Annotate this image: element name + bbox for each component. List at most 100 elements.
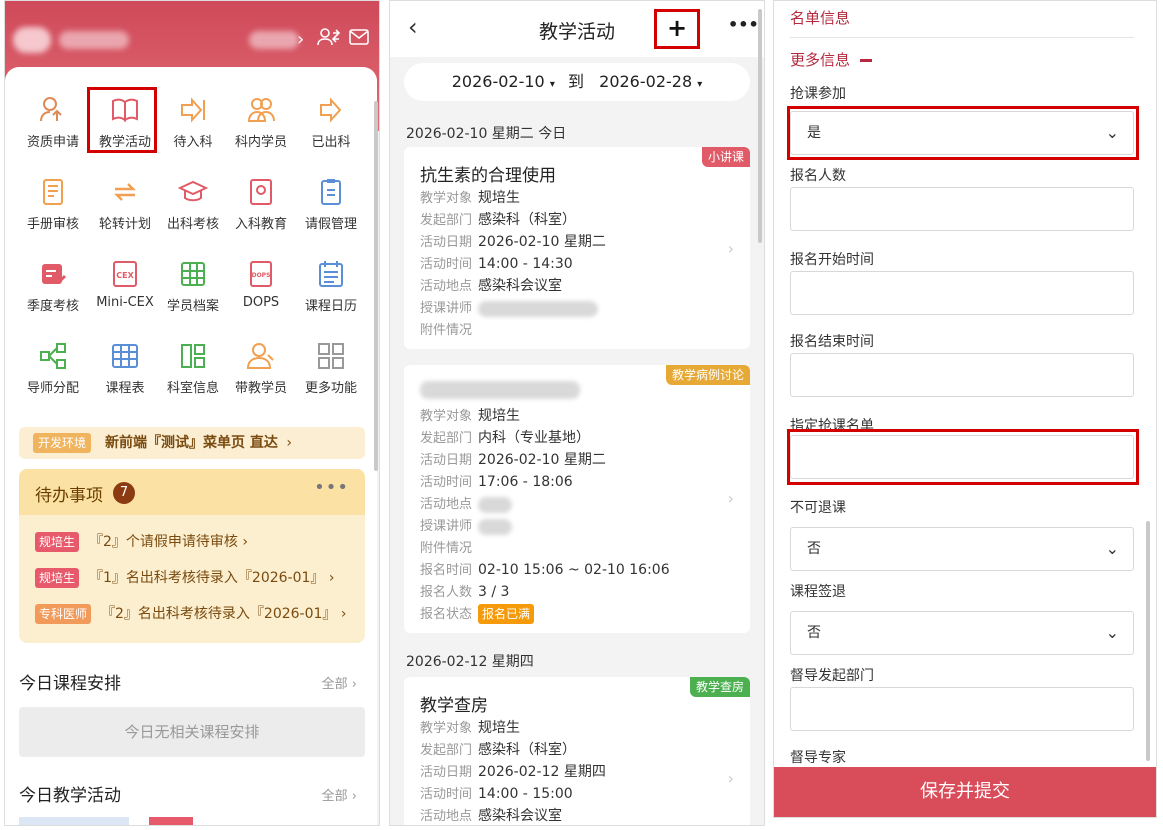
activity-type-ribbon: 教学查房	[689, 677, 750, 697]
grid-item-dept-students[interactable]: 科内学员	[225, 95, 297, 165]
grid-item-teaching-students[interactable]: 带教学员	[225, 341, 297, 411]
more-dots-icon[interactable]: •••	[728, 15, 759, 34]
add-activity-button[interactable]: +	[654, 9, 700, 49]
collapse-minus-icon[interactable]	[860, 59, 873, 62]
activity-card[interactable]: 教学病例讨论 教学对象 规培生 发起部门 内科（专业基地） 活动日期 2026-02-…	[404, 365, 750, 633]
avatar[interactable]	[13, 27, 51, 53]
date-to[interactable]: 2026-02-28	[599, 72, 692, 91]
enter-arrow-icon	[181, 97, 205, 123]
grid-item-mini-cex[interactable]: CEX Mini-CEX	[89, 259, 161, 329]
activity-preview-tag	[149, 817, 193, 825]
todo-item[interactable]: 规培生 『1』名出科考核待录入『2026-01』 ›	[35, 567, 334, 589]
grid-item-entry-education[interactable]: 入科教育	[225, 177, 297, 247]
dev-env-link[interactable]: 新前端『测试』菜单页 直达	[105, 435, 278, 451]
grid-item-more-functions[interactable]: 更多功能	[295, 341, 367, 411]
date-range-picker[interactable]: 2026-02-10 ▾ 到 2026-02-28 ▾	[404, 63, 750, 101]
dops-icon: DOPS	[250, 261, 272, 287]
grid-label: 导师分配	[26, 381, 79, 396]
section-more-info[interactable]: 更多信息	[790, 49, 873, 70]
chevron-right-icon: ›	[286, 435, 292, 451]
chevron-right-icon[interactable]: ›	[297, 27, 304, 53]
todo-text: 『2』个请假申请待审核	[89, 534, 238, 550]
todo-text: 『2』名出科考核待录入『2026-01』	[101, 606, 337, 622]
supervise-dept-input[interactable]	[790, 687, 1134, 731]
grid-item-leave-management[interactable]: 请假管理	[295, 177, 367, 247]
signup-count-input[interactable]	[790, 187, 1134, 231]
day-heading: 2026-02-10 星期二 今日	[406, 126, 567, 142]
todo-item[interactable]: 规培生 『2』个请假申请待审核 ›	[35, 531, 248, 553]
date-separator: 到	[568, 72, 585, 91]
field-place: 活动地点 感染科会议室	[420, 278, 563, 294]
today-course-all-link[interactable]: 全部 ›	[322, 673, 357, 692]
field-target: 教学对象 规培生	[420, 720, 521, 736]
grid-item-student-archive[interactable]: 学员档案	[157, 259, 229, 329]
grid-item-dept-info[interactable]: 科室信息	[157, 341, 229, 411]
activities-navbar: ‹ 教学活动 + •••	[390, 1, 764, 57]
highlight-grab-participate	[787, 106, 1139, 160]
user-dept-blurred	[249, 31, 299, 49]
grid-label: 季度考核	[26, 299, 79, 314]
todo-tag: 规培生	[35, 568, 80, 588]
exit-arrow-icon	[320, 97, 342, 123]
grid-item-rotation-plan[interactable]: 轮转计划	[89, 177, 161, 247]
field-teacher: 授课讲师	[420, 297, 599, 317]
dev-env-banner[interactable]: 开发环境 新前端『测试』菜单页 直达 ›	[19, 427, 365, 459]
activity-name-blurred	[420, 381, 580, 399]
grid-item-dops[interactable]: DOPS DOPS	[225, 259, 297, 329]
grid-label: 科内学员	[234, 135, 287, 150]
chevron-right-icon: ›	[727, 769, 734, 788]
scrollbar-thumb[interactable]	[1146, 521, 1150, 761]
activity-name: 教学查房	[420, 696, 488, 716]
field-signup-time: 报名时间 02-10 15:06 ~ 02-10 16:06	[420, 562, 670, 578]
section-list-info[interactable]: 名单信息	[790, 7, 850, 28]
grid-label: Mini-CEX	[96, 295, 154, 310]
field-dept: 发起部门 内科（专业基地）	[420, 430, 591, 446]
today-activity-all-link[interactable]: 全部 ›	[322, 785, 357, 804]
rotation-icon	[114, 183, 136, 201]
activity-preview-strip	[19, 817, 129, 825]
field-date: 活动日期 2026-02-10 星期二	[420, 452, 606, 468]
user-name-blurred	[59, 31, 129, 49]
activity-type-ribbon: 小讲课	[701, 147, 750, 167]
field-dept: 发起部门 感染科（科室）	[420, 212, 577, 228]
signup-start-input[interactable]	[790, 271, 1134, 315]
signup-end-input[interactable]	[790, 353, 1134, 397]
grid-item-timetable[interactable]: 课程表	[89, 341, 161, 411]
todo-item[interactable]: 专科医师 『2』名出科考核待录入『2026-01』 ›	[35, 603, 346, 625]
grid-item-course-calendar[interactable]: 课程日历	[295, 259, 367, 329]
save-submit-button[interactable]: 保存并提交	[774, 767, 1156, 817]
no-drop-select[interactable]: 否 ⌄	[790, 527, 1134, 571]
grid-label: 资质申请	[26, 135, 79, 150]
grid-item-exited[interactable]: 已出科	[295, 95, 367, 165]
grid-item-handbook-review[interactable]: 手册审核	[17, 177, 89, 247]
more-dots-icon[interactable]: •••	[314, 477, 349, 498]
switch-user-icon[interactable]	[317, 27, 341, 55]
scrollbar-thumb[interactable]	[758, 9, 762, 243]
grid-item-exit-exam[interactable]: 出科考核	[157, 177, 229, 247]
todo-tag: 规培生	[35, 532, 80, 552]
scrollbar-thumb[interactable]	[374, 101, 378, 471]
field-time: 活动时间 14:00 - 15:00	[420, 786, 573, 802]
todo-header: 待办事项 7 •••	[19, 469, 365, 515]
archive-icon	[181, 262, 205, 286]
activity-card[interactable]: 小讲课 抗生素的合理使用 教学对象 规培生 发起部门 感染科（科室） 活动日期 202…	[404, 147, 750, 349]
field-label: 报名人数	[790, 168, 846, 184]
field-signup-status: 报名状态 报名已满	[420, 603, 535, 624]
grid-item-qualification[interactable]: 资质申请	[17, 95, 89, 165]
activity-card[interactable]: 教学查房 教学查房 教学对象 规培生 发起部门 感染科（科室） 活动日期 2026-0…	[404, 677, 750, 825]
grid-label: 请假管理	[304, 217, 357, 232]
chevron-right-icon: ›	[727, 239, 734, 258]
grid-item-tutor-assign[interactable]: 导师分配	[17, 341, 89, 411]
grid-item-quarter-exam[interactable]: 季度考核	[17, 259, 89, 329]
home-panel: › 资质申请 教学活动 待入科 科内学员 已出科 手册审核 轮转计划 出科考核 …	[4, 0, 380, 826]
mail-icon[interactable]	[349, 27, 369, 53]
divider	[790, 37, 1134, 38]
todo-count-badge: 7	[113, 482, 135, 504]
grid-item-pending-entry[interactable]: 待入科	[157, 95, 229, 165]
sign-out-select[interactable]: 否 ⌄	[790, 611, 1134, 655]
field-dept: 发起部门 感染科（科室）	[420, 742, 577, 758]
field-date: 活动日期 2026-02-10 星期二	[420, 234, 606, 250]
grid-label: 已出科	[311, 135, 351, 150]
date-from[interactable]: 2026-02-10	[452, 72, 545, 91]
grid-label: 入科教育	[234, 217, 287, 232]
